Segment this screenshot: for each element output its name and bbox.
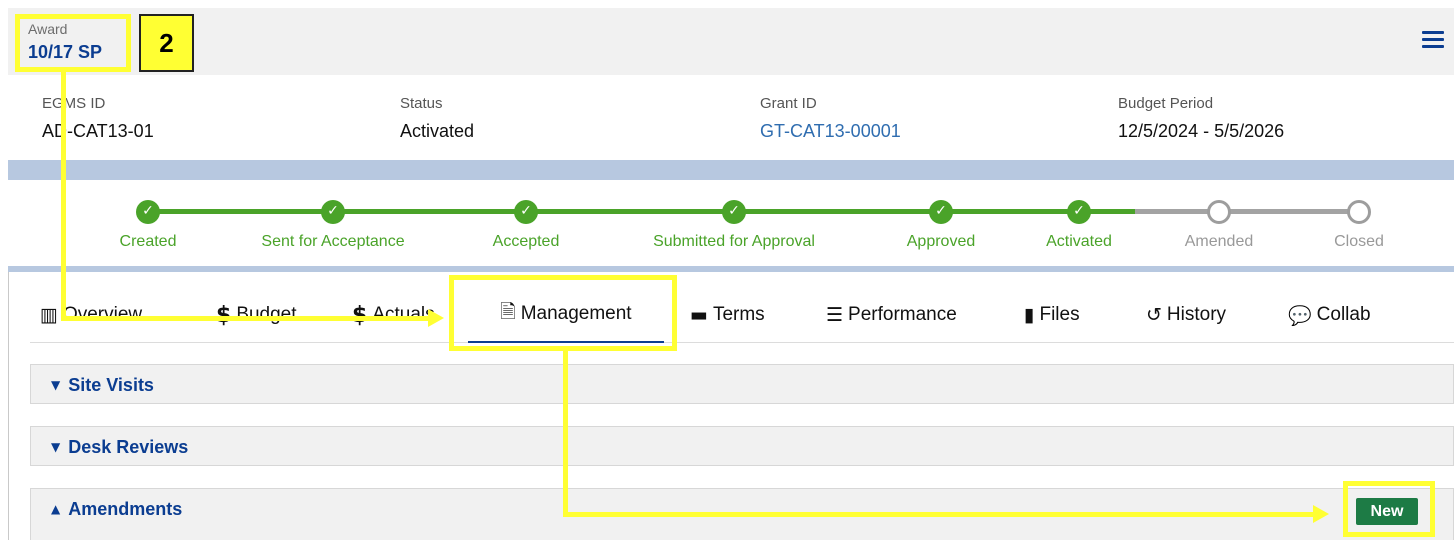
award-header [8,8,1454,75]
award-tabs: ▥ Overview $ Budget $ Actuals 🗎 Manageme… [30,287,1454,343]
step-accepted-icon [514,200,538,224]
step-label-activated: Activated [1046,233,1112,250]
progress-track-pending [1135,209,1358,214]
server-icon: ☰ [826,304,844,326]
tab-terms[interactable]: ▬ Terms [690,287,765,343]
step-label-closed: Closed [1334,233,1384,250]
budget-period-label: Budget Period [1118,95,1214,112]
tab-budget-label: Budget [236,304,297,325]
annotation-line [61,316,431,321]
step-label-submitted-for-approval: Submitted for Approval [653,233,815,250]
caret-down-icon: ▼ [51,378,61,392]
grant-id-field: Grant ID GT-CAT13-00001 [760,95,901,142]
folder-icon: ▬ [690,304,708,326]
budget-period-field: Budget Period 12/5/2024 - 5/5/2026 [1118,95,1284,142]
annotation-arrow-icon [428,309,444,327]
overview-icon: ▥ [40,304,58,326]
annotation-line [61,72,66,321]
tab-budget[interactable]: $ Budget [216,287,297,343]
step-label-accepted: Accepted [492,233,560,250]
egms-id-field: EGMS ID AD-CAT13-01 [42,95,154,142]
chat-icon: 💬 [1288,304,1312,327]
egms-id-value: AD-CAT13-01 [42,121,154,141]
divider-bar [8,160,1454,180]
step-created-icon [136,200,160,224]
step-closed-icon [1347,200,1371,224]
budget-period-value: 12/5/2024 - 5/5/2026 [1118,121,1285,141]
section-desk-reviews[interactable]: ▼ Desk Reviews [30,426,1454,466]
status-progress-tracker: Created Sent for Acceptance Accepted Sub… [8,180,1454,266]
status-field: Status Activated [400,95,474,142]
step-activated-icon [1067,200,1091,224]
section-site-visits-title: ▼ Site Visits [51,375,154,396]
step-label-approved: Approved [906,233,976,250]
tab-collab[interactable]: 💬 Collab [1288,287,1371,343]
tab-performance[interactable]: ☰ Performance [826,287,957,343]
tab-history-label: History [1166,304,1227,325]
section-site-visits[interactable]: ▼ Site Visits [30,364,1454,404]
status-label: Status [400,95,443,112]
section-site-visits-label: Site Visits [68,375,154,395]
highlight-management-tab [449,275,677,351]
annotation-line [563,512,1315,517]
history-icon: ↺ [1146,304,1162,326]
tab-overview-label: Overview [62,304,143,325]
step-number-callout: 2 [139,14,194,72]
section-amendments-title: ▲ Amendments [51,499,182,520]
award-details: EGMS ID AD-CAT13-01 Status Activated Gra… [8,75,1454,160]
tab-collab-label: Collab [1316,304,1371,325]
section-desk-reviews-label: Desk Reviews [68,437,189,457]
highlight-new-button [1343,481,1435,537]
progress-track-complete [148,209,1135,214]
highlight-award-name [15,14,131,72]
step-label-sent-for-acceptance: Sent for Acceptance [261,233,405,250]
egms-id-label: EGMS ID [42,95,106,112]
tab-actuals[interactable]: $ Actuals [352,287,435,343]
dollar-icon: $ [352,302,368,328]
step-submitted-for-approval-icon [722,200,746,224]
status-value: Activated [400,121,475,141]
step-approved-icon [929,200,953,224]
annotation-arrow-icon [1313,505,1329,523]
section-amendments-label: Amendments [68,499,183,519]
step-label-amended: Amended [1184,233,1254,250]
step-amended-icon [1207,200,1231,224]
grant-id-link[interactable]: GT-CAT13-00001 [760,121,901,142]
section-desk-reviews-title: ▼ Desk Reviews [51,437,188,458]
tab-overview[interactable]: ▥ Overview [40,287,142,343]
caret-down-icon: ▼ [51,440,61,454]
caret-up-icon: ▲ [51,502,61,516]
tab-files[interactable]: ▮ Files [1024,287,1080,343]
step-sent-for-acceptance-icon [321,200,345,224]
file-icon: ▮ [1024,304,1035,326]
tab-terms-label: Terms [712,304,765,325]
tab-performance-label: Performance [848,304,957,325]
dollar-icon: $ [216,302,232,328]
tab-files-label: Files [1039,304,1080,325]
tab-actuals-label: Actuals [372,304,435,325]
divider-bar-lower [8,266,1454,272]
tab-history[interactable]: ↺ History [1146,287,1226,343]
annotation-line [563,351,568,517]
step-label-created: Created [119,233,177,250]
hamburger-menu-icon[interactable] [1422,31,1444,51]
grant-id-label: Grant ID [760,95,817,112]
